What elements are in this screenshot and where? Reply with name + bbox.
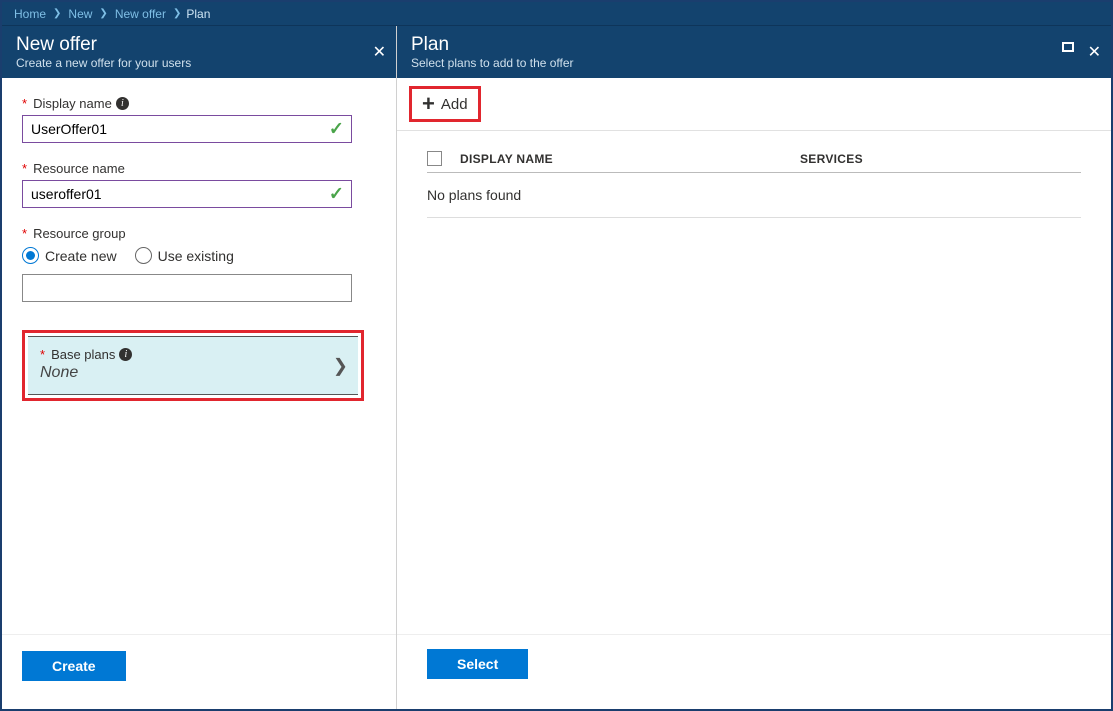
col-services[interactable]: SERVICES	[800, 152, 1081, 166]
label-text: Resource group	[33, 226, 126, 241]
base-plans-selector[interactable]: * Base plans i None ❯	[28, 336, 358, 395]
resource-name-label: * Resource name	[22, 161, 376, 176]
close-icon[interactable]: ✕	[1088, 42, 1101, 62]
resource-name-input[interactable]	[22, 180, 352, 208]
blade-title: New offer	[16, 34, 382, 56]
blade-header: Plan Select plans to add to the offer ✕	[397, 26, 1111, 78]
breadcrumb-home[interactable]: Home	[14, 7, 46, 21]
radio-icon	[135, 247, 152, 264]
maximize-icon[interactable]	[1062, 42, 1074, 52]
label-text: Resource name	[33, 161, 125, 176]
add-label: Add	[441, 96, 468, 113]
table-header: DISPLAY NAME SERVICES	[427, 151, 1081, 173]
chevron-right-icon: ❯	[99, 8, 107, 19]
label-text: Base plans	[51, 347, 115, 362]
add-button[interactable]: + Add	[412, 89, 478, 119]
radio-use-existing[interactable]: Use existing	[135, 247, 234, 264]
required-icon: *	[22, 226, 27, 241]
add-button-highlight: + Add	[409, 86, 481, 122]
chevron-right-icon: ❯	[53, 8, 61, 19]
display-name-label: * Display name i	[22, 96, 376, 111]
chevron-right-icon: ❯	[333, 355, 348, 376]
radio-icon	[22, 247, 39, 264]
create-button[interactable]: Create	[22, 651, 126, 681]
select-all-checkbox[interactable]	[427, 151, 442, 166]
col-display-name[interactable]: DISPLAY NAME	[460, 152, 800, 166]
base-plans-highlight: * Base plans i None ❯	[22, 330, 364, 401]
checkmark-icon: ✓	[329, 119, 344, 140]
breadcrumb: Home ❯ New ❯ New offer ❯ Plan	[2, 2, 1111, 26]
info-icon[interactable]: i	[116, 97, 129, 110]
label-text: Display name	[33, 96, 112, 111]
resource-group-label: * Resource group	[22, 226, 376, 241]
blade-plan: Plan Select plans to add to the offer ✕ …	[397, 26, 1111, 709]
display-name-input[interactable]	[22, 115, 352, 143]
empty-message: No plans found	[427, 173, 1081, 218]
blade-subtitle: Select plans to add to the offer	[411, 56, 1097, 70]
plans-table: DISPLAY NAME SERVICES No plans found	[397, 131, 1111, 238]
required-icon: *	[22, 161, 27, 176]
radio-label: Use existing	[158, 248, 234, 264]
chevron-right-icon: ❯	[173, 8, 181, 19]
radio-label: Create new	[45, 248, 117, 264]
blade-header: New offer Create a new offer for your us…	[2, 26, 396, 78]
required-icon: *	[22, 96, 27, 111]
close-icon[interactable]: ✕	[373, 42, 386, 62]
checkmark-icon: ✓	[329, 184, 344, 205]
info-icon[interactable]: i	[119, 348, 132, 361]
toolbar: + Add	[397, 78, 1111, 131]
breadcrumb-new-offer[interactable]: New offer	[115, 7, 166, 21]
blade-subtitle: Create a new offer for your users	[16, 56, 382, 70]
select-button[interactable]: Select	[427, 649, 528, 679]
breadcrumb-new[interactable]: New	[68, 7, 92, 21]
radio-create-new[interactable]: Create new	[22, 247, 117, 264]
base-plans-value: None	[40, 364, 346, 382]
resource-group-input[interactable]	[22, 274, 352, 302]
required-icon: *	[40, 347, 45, 362]
blade-title: Plan	[411, 34, 1097, 56]
breadcrumb-plan: Plan	[186, 7, 210, 21]
plus-icon: +	[422, 93, 435, 115]
blade-new-offer: New offer Create a new offer for your us…	[2, 26, 397, 709]
